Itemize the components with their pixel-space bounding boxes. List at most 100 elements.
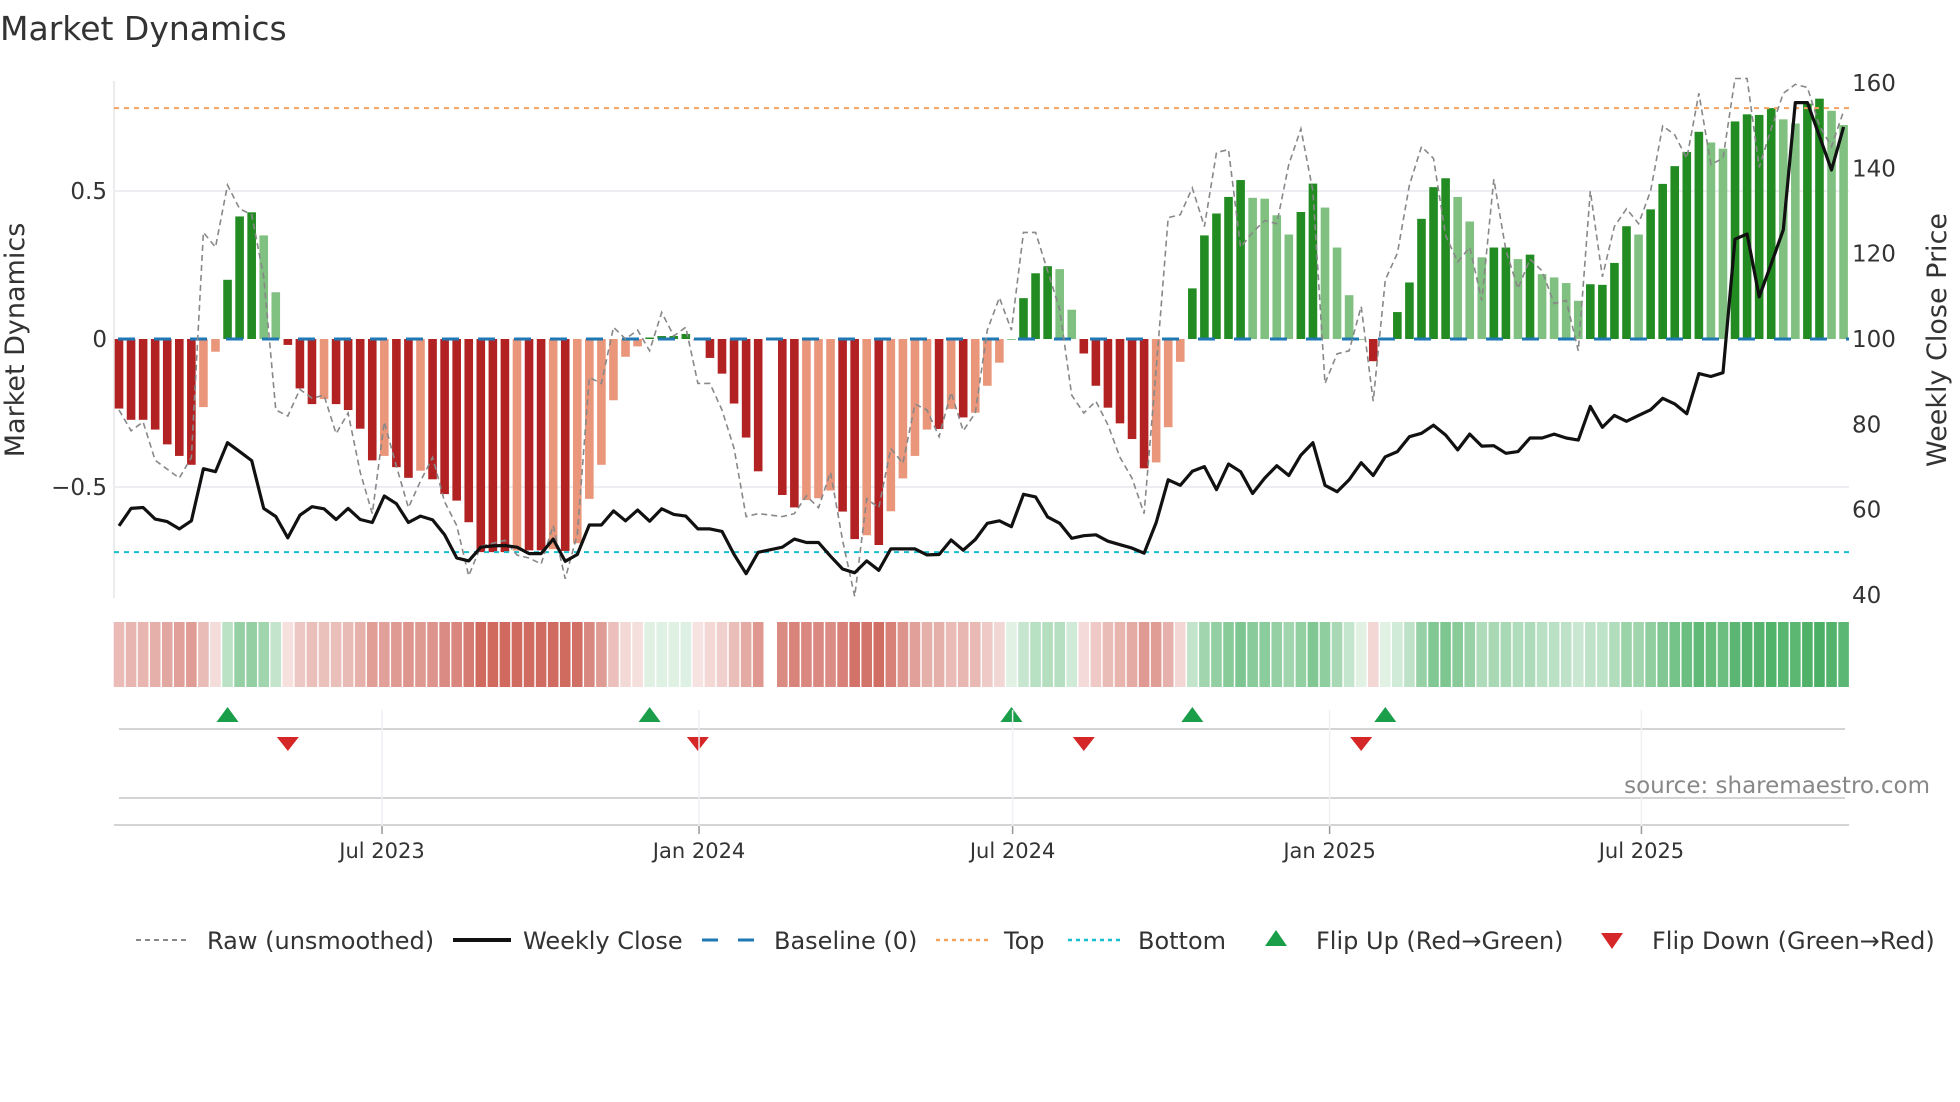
bar: [1622, 226, 1631, 339]
bar: [1634, 234, 1643, 339]
heat-cell: [1174, 622, 1186, 687]
heat-cell: [523, 622, 535, 687]
bar: [1019, 298, 1028, 339]
bar: [1067, 309, 1077, 339]
heat-cell: [198, 622, 209, 687]
heat-cell: [1826, 622, 1837, 687]
bar: [1393, 312, 1402, 339]
heat-cell: [873, 622, 885, 687]
heat-cell: [1187, 622, 1198, 687]
heat-cell: [692, 622, 704, 687]
heat-cell: [1536, 622, 1548, 687]
legend: Raw (unsmoothed) Weekly Close Baseline (0)…: [136, 927, 1935, 955]
bar: [1308, 183, 1318, 339]
heat-cell: [1283, 622, 1295, 687]
bar: [597, 339, 606, 465]
bar: [464, 339, 474, 523]
bar: [404, 339, 413, 478]
heat-cell: [1271, 622, 1283, 687]
bar: [1610, 262, 1619, 339]
heat-cell: [547, 622, 559, 687]
heat-cell: [680, 622, 692, 687]
bar: [790, 339, 799, 508]
heat-cell: [969, 622, 981, 687]
heat-cell: [1476, 622, 1488, 687]
heat-cell: [1440, 622, 1451, 687]
heat-cell: [1138, 622, 1150, 687]
heat-cell: [1223, 622, 1234, 687]
bar: [1730, 121, 1740, 339]
heat-cell: [559, 622, 571, 687]
y2-tick-label: 60: [1852, 498, 1881, 524]
heat-cell: [499, 622, 511, 687]
bar: [1200, 235, 1209, 339]
bar: [970, 339, 980, 413]
heat-cell: [318, 622, 330, 687]
bar: [1670, 166, 1680, 339]
heat-cell: [1488, 622, 1500, 687]
bar: [1320, 207, 1330, 339]
bar: [729, 339, 739, 404]
bar: [1091, 339, 1101, 386]
heat-cell: [1814, 622, 1825, 687]
source-text: source: sharemaestro.com: [1624, 773, 1930, 799]
legend-label: Baseline (0): [774, 927, 917, 955]
bar: [1344, 295, 1354, 339]
bar-series: [114, 98, 1848, 553]
bar: [874, 339, 884, 546]
heat-cell: [982, 622, 993, 687]
heat-cell: [113, 622, 125, 687]
heat-cell: [125, 622, 137, 687]
heat-cell: [234, 622, 245, 687]
heat-cell: [306, 622, 318, 687]
bar: [380, 339, 389, 456]
heat-cell: [391, 622, 402, 687]
heat-cell: [897, 622, 909, 687]
bar: [1646, 209, 1655, 339]
x-tick-label: Jan 2024: [651, 839, 746, 863]
heat-cell: [1524, 622, 1536, 687]
heat-strip: [113, 622, 1849, 687]
bar: [1465, 221, 1475, 339]
heat-cell: [716, 622, 728, 687]
bar: [488, 339, 498, 553]
bar: [572, 339, 582, 544]
bar: [1513, 259, 1523, 339]
bar: [1007, 339, 1016, 340]
bar: [150, 339, 160, 430]
heat-cell: [608, 622, 619, 687]
heat-cell: [1367, 622, 1379, 687]
heat-cell: [945, 622, 957, 687]
bar: [1839, 124, 1848, 339]
heat-cell: [294, 622, 306, 687]
heat-cell: [1729, 622, 1741, 687]
heat-cell: [777, 622, 788, 687]
heat-cell: [596, 622, 607, 687]
y2-tick-label: 140: [1852, 156, 1896, 182]
bar: [753, 339, 763, 472]
bar: [1043, 266, 1052, 339]
heat-cell: [813, 622, 824, 687]
bar: [826, 339, 835, 491]
bar: [1598, 284, 1607, 339]
heat-cell: [789, 622, 800, 687]
bar: [1405, 282, 1414, 339]
legend-label: Flip Up (Red→Green): [1316, 927, 1564, 955]
heat-cell: [1211, 622, 1222, 687]
bar: [512, 339, 522, 551]
y2-tick-label: 120: [1852, 242, 1896, 268]
bar: [283, 339, 293, 345]
bar: [343, 339, 353, 411]
bar: [235, 216, 244, 339]
legend-label: Bottom: [1138, 927, 1226, 955]
x-tick-label: Jul 2025: [1597, 839, 1684, 863]
bar: [862, 339, 872, 536]
bar: [778, 339, 787, 495]
heat-cell: [571, 622, 583, 687]
heat-cell: [1621, 622, 1632, 687]
heat-cell: [1307, 622, 1319, 687]
heat-cell: [1428, 622, 1439, 687]
heat-cell: [885, 622, 897, 687]
bar: [1537, 274, 1547, 339]
bar: [1429, 187, 1438, 339]
